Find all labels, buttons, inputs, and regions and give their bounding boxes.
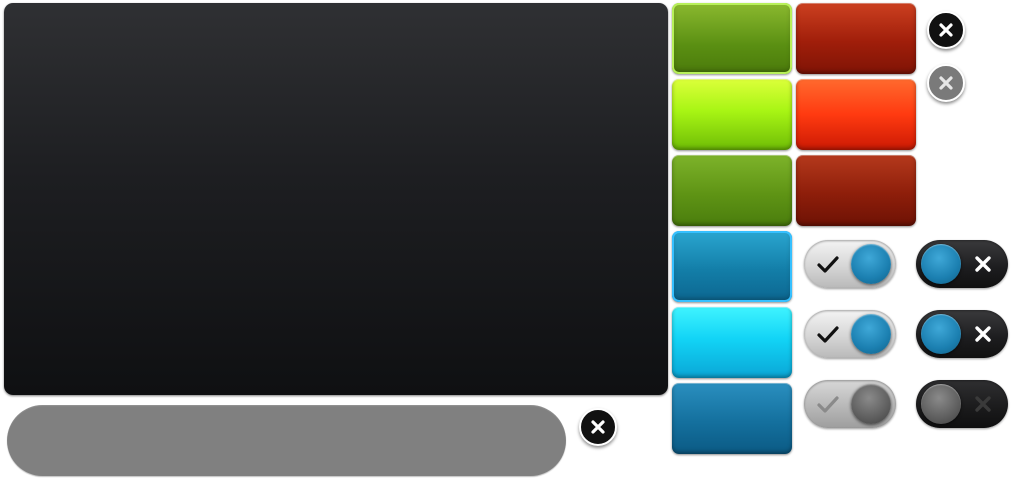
toggle-knob[interactable] — [851, 244, 891, 284]
red-button-normal[interactable] — [796, 3, 916, 74]
blue-button-normal[interactable] — [672, 231, 792, 302]
x-toggle-disabled — [916, 380, 1008, 428]
green-button-hover[interactable] — [672, 79, 792, 150]
toggle-knob[interactable] — [851, 314, 891, 354]
close-icon — [939, 23, 953, 37]
green-button-pressed[interactable] — [672, 155, 792, 226]
check-icon — [817, 256, 839, 273]
toggle-knob — [921, 384, 961, 424]
toggle-knob[interactable] — [921, 314, 961, 354]
close-button-disabled — [927, 64, 965, 102]
x-icon — [975, 396, 991, 412]
red-button-pressed[interactable] — [796, 155, 916, 226]
check-toggle-disabled — [804, 380, 896, 428]
check-toggle-on[interactable] — [804, 240, 896, 288]
check-icon — [817, 326, 839, 343]
blue-button-hover[interactable] — [672, 307, 792, 378]
green-button-normal[interactable] — [672, 3, 792, 74]
preview-panel — [4, 3, 668, 395]
x-icon — [975, 256, 991, 272]
blue-button-pressed[interactable] — [672, 383, 792, 454]
toggle-knob — [851, 384, 891, 424]
text-input-pill[interactable] — [7, 405, 566, 476]
check-icon — [817, 396, 839, 413]
close-icon — [939, 76, 953, 90]
x-icon — [975, 326, 991, 342]
clear-input-button[interactable] — [579, 408, 617, 446]
red-button-hover[interactable] — [796, 79, 916, 150]
x-toggle-on[interactable] — [916, 240, 1008, 288]
x-toggle-on-hover[interactable] — [916, 310, 1008, 358]
close-button[interactable] — [927, 11, 965, 49]
toggle-knob[interactable] — [921, 244, 961, 284]
check-toggle-on-hover[interactable] — [804, 310, 896, 358]
close-icon — [591, 420, 605, 434]
